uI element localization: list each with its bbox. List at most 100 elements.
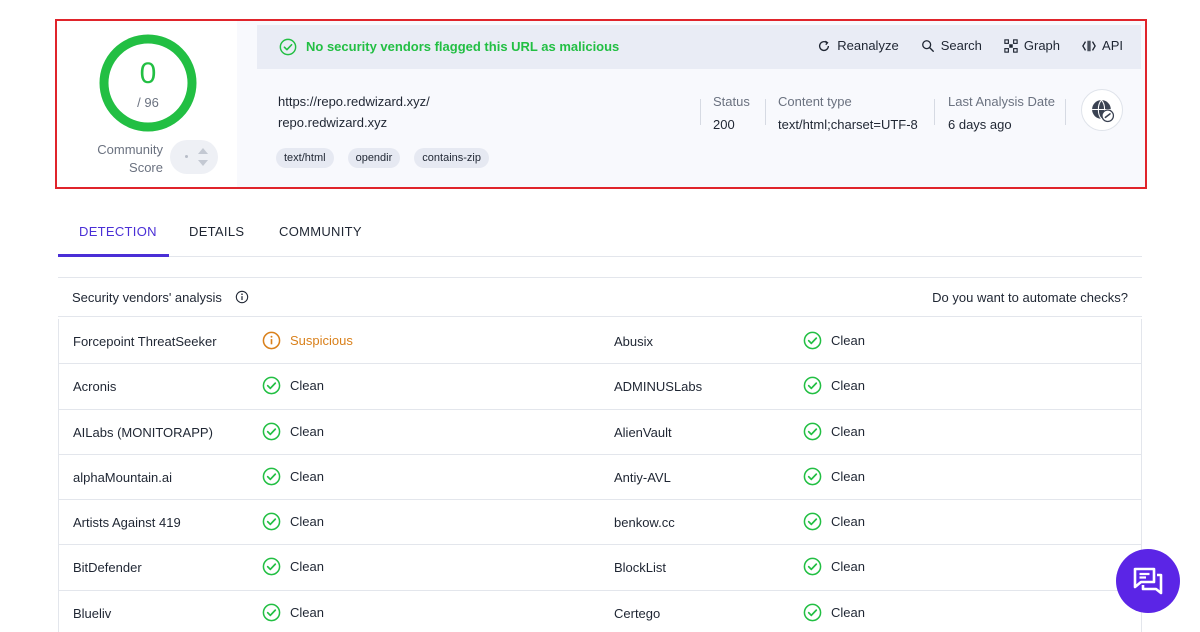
vendors-header: Security vendors' analysis Do you want t… [58,277,1142,317]
report-tabs: DETECTION DETAILS COMMUNITY [58,210,1142,257]
table-row: AILabs (MONITORAPP) Clean AlienVault Clean [59,410,1141,455]
community-score-label: Community Score [97,142,163,175]
vendor-result-label: Clean [290,604,324,620]
vote-up-icon[interactable] [198,148,208,154]
vendor-name: benkow.cc [614,515,675,531]
vendor-name: AILabs (MONITORAPP) [73,424,213,440]
check-circle-icon [803,331,822,350]
vendor-name: Forcepoint ThreatSeeker [73,334,217,349]
reanalyze-label: Reanalyze [837,38,899,53]
tag-contains-zip[interactable]: contains-zip [414,148,489,168]
vendor-result-label: Suspicious [290,333,353,348]
search-button[interactable]: Search [921,38,982,53]
vendor-result-clean: Clean [262,512,324,531]
vendor-result-clean: Clean [803,512,865,531]
vendor-result-label: Clean [831,468,865,484]
check-circle-icon [803,603,822,622]
vendor-name: Certego [614,605,661,621]
vendor-result-clean: Clean [262,467,324,486]
chat-icon [1133,567,1163,595]
vendor-name: Artists Against 419 [73,515,181,531]
vendor-result-label: Clean [831,559,865,575]
meta-divider [1065,99,1066,125]
vendor-result-label: Clean [831,423,865,439]
community-score-dot [185,155,188,158]
reanalyze-button[interactable]: Reanalyze [817,38,899,53]
vendor-result-label: Clean [290,559,324,575]
automate-checks-link[interactable]: Do you want to automate checks? [932,290,1128,305]
refresh-icon [819,40,830,51]
api-label: API [1102,38,1123,53]
vendor-name: AlienVault [614,424,672,440]
last-analysis-value: 6 days ago [948,117,1012,132]
tab-community[interactable]: COMMUNITY [279,224,362,239]
detection-score: 0 [139,57,157,90]
vendor-result-label: Clean [290,423,324,439]
last-analysis-label: Last Analysis Date [948,94,1055,109]
vendor-result-label: Clean [290,378,324,394]
vendor-name: alphaMountain.ai [73,469,173,485]
tag-text-html[interactable]: text/html [276,148,334,168]
check-circle-icon [262,603,281,622]
globe-link-icon [1092,99,1115,123]
community-score-stepper[interactable] [170,140,218,174]
content-type-meta: Content type text/html;charset=UTF-8 [778,94,918,132]
summary-actions: Reanalyze Search Graph API [817,38,1123,53]
table-row: Artists Against 419 Clean benkow.cc Clean [59,500,1141,546]
active-tab-indicator [58,254,169,257]
check-circle-icon [279,38,297,56]
status-value: 200 [713,117,735,132]
content-type-label: Content type [778,94,852,109]
tag-opendir[interactable]: opendir [347,148,401,168]
check-circle-icon [262,558,281,576]
meta-divider [765,99,766,125]
vendor-name: Acronis [73,379,117,395]
status-meta: Status 200 [713,94,750,132]
detection-score-column: 0 / 96 Community Score [57,21,237,187]
chat-button[interactable] [1116,549,1180,613]
url-tags: text/html opendir contains-zip [276,148,489,168]
vendor-result-clean: Clean [803,331,865,350]
analyzed-host[interactable]: repo.redwizard.xyz [278,115,387,130]
vendor-result-label: Clean [831,378,865,394]
verdict-banner: No security vendors flagged this URL as … [257,25,1141,69]
vendor-result-clean: Clean [803,467,865,486]
vendor-result-suspicious: Suspicious [262,331,353,350]
api-icon [1082,40,1096,51]
vendor-result-label: Clean [290,514,324,530]
vendor-result-label: Clean [831,333,865,348]
meta-divider [934,99,935,125]
vendor-result-clean: Clean [262,422,324,441]
check-circle-icon [803,512,822,531]
verdict-text: No security vendors flagged this URL as … [306,39,620,54]
check-circle-icon [262,422,281,440]
graph-button[interactable]: Graph [1004,38,1060,53]
graph-label: Graph [1023,38,1061,53]
analyzed-url[interactable]: https://repo.redwizard.xyz/ [278,94,430,109]
vendor-result-clean: Clean [262,557,324,576]
check-circle-icon [803,558,822,576]
tab-details[interactable]: DETAILS [189,224,244,239]
alert-circle-icon [262,331,281,350]
vendor-results-table: Forcepoint ThreatSeeker Suspicious Abusix C… [58,319,1142,632]
search-label: Search [940,38,982,53]
detection-score-total: / 96 [137,95,159,110]
check-circle-icon [262,376,281,395]
vendor-result-label: Clean [831,604,865,620]
meta-divider [700,99,701,125]
info-icon[interactable] [235,290,249,304]
vote-down-icon[interactable] [198,160,208,166]
api-button[interactable]: API [1082,38,1123,53]
url-type-badge [1081,89,1123,131]
table-row: Blueliv Clean Certego Clean [59,591,1141,632]
table-row: Acronis Clean ADMINUSLabs Clean [59,364,1141,410]
status-label: Status [713,94,750,109]
vendor-result-clean: Clean [803,557,865,576]
vendor-result-label: Clean [290,468,324,484]
vendor-result-clean: Clean [262,376,324,395]
vendor-name: BitDefender [73,560,142,576]
vendor-name: BlockList [614,560,667,576]
tab-detection[interactable]: DETECTION [79,224,157,239]
check-circle-icon [262,512,281,531]
content-type-value: text/html;charset=UTF-8 [778,117,918,132]
